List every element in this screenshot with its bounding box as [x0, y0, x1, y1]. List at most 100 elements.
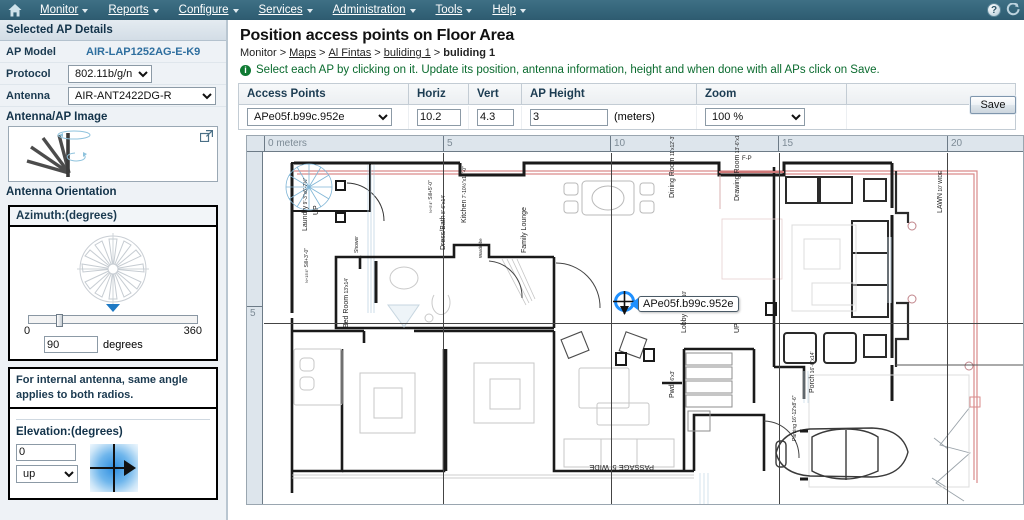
zoom-select[interactable]: 100 %75 %50 %200 %: [705, 108, 805, 126]
room-name: Porch: [809, 374, 816, 393]
toolbar-value-row: APe05f.b99c.952e (meters) 100 %75 %50 %2…: [238, 104, 1016, 130]
room-name: Shower: [354, 236, 360, 253]
azimuth-box: Azimuth:(degrees) 0 360 90 degrees: [8, 205, 218, 361]
home-icon[interactable]: [0, 3, 30, 17]
cell-access-points: APe05f.b99c.952e: [239, 105, 409, 129]
azimuth-slider-thumb[interactable]: [55, 314, 63, 327]
azimuth-slider-track[interactable]: [28, 314, 198, 327]
menu-item-help[interactable]: Help: [482, 0, 536, 20]
antenna-select[interactable]: AIR-ANT2422DG-R: [68, 86, 216, 105]
room-name: Lobby: [681, 313, 688, 333]
ap-model-value[interactable]: AIR-LAP1252AG-E-K9: [68, 46, 200, 58]
elevation-direction-icon: [90, 443, 138, 492]
room-dimension: 16'-6"x14': [810, 351, 816, 375]
menubar-right-icons: ?: [987, 0, 1020, 20]
help-icon[interactable]: ?: [987, 3, 1001, 17]
breadcrumb-item[interactable]: buliding 1: [384, 47, 431, 59]
room-dimension: 13'x14': [344, 278, 350, 295]
breadcrumb-item[interactable]: Al Fintas: [328, 47, 371, 59]
room-dimension: Sill+3'-0": [304, 247, 310, 269]
room-dimension: 10' WIDE: [938, 170, 944, 194]
menu-item-administration[interactable]: Administration: [323, 0, 426, 20]
cell-zoom: 100 %75 %50 %200 %: [697, 105, 847, 129]
menu-item-configure[interactable]: Configure: [169, 0, 249, 20]
ruler-top-tick: 20: [951, 138, 963, 149]
menu-item-label: Administration: [332, 4, 406, 16]
external-link-icon[interactable]: [199, 130, 213, 145]
floor-plan-room-label: Parking 16'-12'x8'-6": [791, 396, 799, 442]
floor-plan-room-label: PASSAGE 5' WIDE: [589, 462, 654, 472]
antenna-orientation-group: Azimuth:(degrees) 0 360 90 degrees: [8, 205, 218, 361]
room-dimension: 16'-12'x8'-6": [792, 395, 798, 425]
header-ap-height: AP Height: [522, 84, 697, 104]
ruler-top-tick: 10: [614, 138, 626, 149]
floor-plan-room-label: Dress/Bath 8'-6"x14': [440, 195, 448, 250]
ruler-top-tick: 15: [782, 138, 794, 149]
menu-item-label: Configure: [178, 4, 229, 16]
refresh-icon[interactable]: [1006, 3, 1020, 17]
info-icon: i: [240, 64, 251, 76]
floor-plan-room-label: UP: [313, 205, 321, 215]
room-name: PASSAGE 5' WIDE: [589, 463, 654, 472]
breadcrumb-separator: >: [279, 47, 287, 59]
floor-plan-canvas[interactable]: UP Laundry 9'-3"x6'-7½" Kitchen 7'-10½"x17…: [264, 136, 1023, 504]
menu-item-monitor[interactable]: Monitor: [30, 0, 98, 20]
elevation-box: Elevation:(degrees) updown: [8, 408, 218, 500]
floor-plan-room-label: Kitchen 7'-10½"x17'-0": [461, 166, 469, 223]
menu-item-label: Monitor: [40, 4, 79, 16]
chevron-down-icon: [306, 8, 313, 13]
horiz-input[interactable]: [417, 108, 461, 126]
antenna-ap-image[interactable]: [8, 126, 218, 182]
horizontal-ruler: 0 meters 5 10 15 20: [247, 136, 1023, 152]
menu-item-label: Reports: [108, 4, 149, 16]
protocol-row: Protocol 802.11b/g/n802.11a/n: [0, 63, 226, 85]
floor-plan-room-label: Family Lounge: [521, 207, 529, 253]
room-name: UP: [734, 323, 741, 333]
room-dimension: 6'x3': [670, 370, 676, 383]
vertical-ruler: 0 5: [247, 136, 263, 504]
grid-line-vertical: [611, 153, 612, 504]
breadcrumb-separator: >: [319, 47, 326, 59]
menu-items: Monitor Reports Configure Services Administr…: [30, 0, 536, 20]
menu-item-label: Services: [258, 4, 303, 16]
elevation-input[interactable]: [16, 443, 76, 461]
room-name: Drawing Room: [734, 154, 741, 201]
ap-position-toolbar: Access Points Horiz Vert AP Height Zoom …: [238, 83, 1016, 130]
breadcrumb-item[interactable]: Maps: [289, 47, 316, 59]
elevation-direction-select[interactable]: updown: [16, 464, 78, 483]
ruler-left-tick: 5: [250, 308, 256, 319]
menu-item-reports[interactable]: Reports: [98, 0, 168, 20]
ruler-top-tick: 0 meters: [268, 138, 307, 149]
floor-map[interactable]: 0 5 0 meters 5 10 15 20: [246, 135, 1024, 505]
azimuth-input[interactable]: [44, 336, 98, 353]
room-dimension: Sill+5'-0": [428, 180, 434, 202]
access-points-select[interactable]: APe05f.b99c.952e: [247, 108, 392, 126]
main-content: Position access points on Floor Area Mon…: [230, 20, 1024, 520]
room-name: Dining Room: [669, 157, 676, 198]
floor-plan-room-label: Wardrobe: [477, 238, 484, 258]
room-name: N+15'4": [304, 268, 309, 283]
cell-horiz: [409, 105, 469, 129]
floor-plan-room-label: Shower: [353, 236, 361, 253]
floor-plan-room-label: Laundry 9'-3"x6'-7½": [302, 178, 310, 231]
ap-height-input[interactable]: [530, 108, 608, 126]
ap-marker-tooltip: APe05f.b99c.952e: [630, 296, 739, 312]
breadcrumb-item: buliding 1: [443, 47, 496, 59]
panel-title: Selected AP Details: [0, 20, 226, 41]
ap-marker[interactable]: APe05f.b99c.952e: [612, 290, 739, 316]
floor-plan-drawing: [285, 161, 1023, 504]
room-dimension: 13'-6"x17'/Sitting: [735, 135, 741, 155]
save-button[interactable]: Save: [970, 96, 1016, 114]
ap-model-label: AP Model: [6, 45, 56, 58]
grid-line-horizontal: [264, 323, 1023, 324]
room-name: F-P: [742, 156, 752, 162]
ap-model-row: AP Model AIR-LAP1252AG-E-K9: [0, 41, 226, 63]
protocol-select[interactable]: 802.11b/g/n802.11a/n: [68, 64, 152, 83]
menu-item-label: Tools: [435, 4, 463, 16]
menu-item-services[interactable]: Services: [249, 0, 323, 20]
azimuth-slider[interactable]: 0 360: [16, 314, 210, 337]
floor-plan-room-label: Drawing Room 13'-6"x17'/Sitting: [734, 135, 742, 201]
header-zoom: Zoom: [697, 84, 847, 104]
vert-input[interactable]: [477, 108, 514, 126]
menu-item-tools[interactable]: Tools: [426, 0, 483, 20]
